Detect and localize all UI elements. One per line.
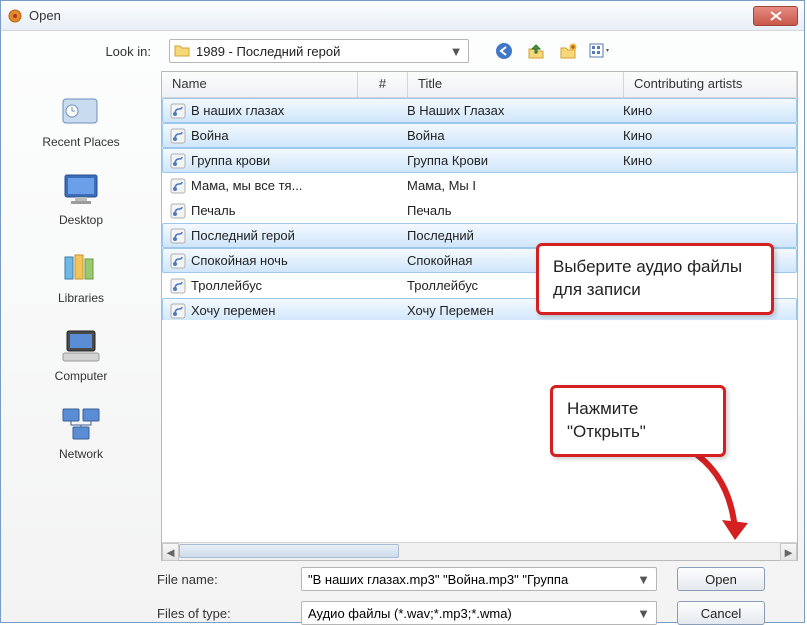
place-computer[interactable]: Computer — [1, 319, 161, 389]
toolbar-icons — [491, 39, 613, 63]
computer-icon — [57, 325, 105, 365]
file-name: Группа крови — [191, 153, 357, 168]
recent-places-icon — [57, 91, 105, 131]
back-button[interactable] — [491, 39, 517, 63]
callout-select-files: Выберите аудио файлы для записи — [536, 243, 774, 315]
place-recent[interactable]: Recent Places — [1, 85, 161, 155]
file-artist: Кино — [623, 128, 796, 143]
place-libraries[interactable]: Libraries — [1, 241, 161, 311]
file-artist: Кино — [623, 153, 796, 168]
dropdown-arrow-icon: ▼ — [637, 606, 650, 621]
file-name: Последний герой — [191, 228, 357, 243]
cancel-button[interactable]: Cancel — [677, 601, 765, 625]
app-icon — [7, 8, 23, 24]
music-file-icon — [169, 202, 187, 220]
column-headers: Name # Title Contributing artists — [162, 72, 797, 98]
col-artists[interactable]: Contributing artists — [624, 72, 797, 97]
music-file-icon — [169, 252, 187, 270]
up-folder-icon — [527, 42, 545, 60]
scroll-left-icon[interactable]: ◄ — [162, 543, 179, 561]
file-name: Печаль — [191, 203, 357, 218]
music-file-icon — [169, 227, 187, 245]
file-row[interactable]: Мама, мы все тя... Мама, Мы I — [162, 173, 797, 198]
place-network[interactable]: Network — [1, 397, 161, 467]
new-folder-icon — [559, 42, 577, 60]
place-network-label: Network — [59, 447, 103, 461]
music-file-icon — [169, 127, 187, 145]
callout-press-open: Нажмите "Открыть" — [550, 385, 726, 457]
file-row[interactable]: В наших глазах В Наших ГлазахКино — [162, 98, 797, 123]
filetype-combo[interactable]: Аудио файлы (*.wav;*.mp3;*.wma) ▼ — [301, 601, 657, 625]
music-file-icon — [169, 177, 187, 195]
lookin-combo[interactable]: 1989 - Последний герой ▼ — [169, 39, 469, 63]
title-bar: Open — [1, 1, 804, 31]
file-title: В Наших Глазах — [407, 103, 623, 118]
filename-label: File name: — [1, 572, 301, 587]
libraries-icon — [57, 247, 105, 287]
desktop-icon — [57, 169, 105, 209]
lookin-label: Look in: — [1, 44, 161, 59]
file-row[interactable]: ВойнаВойнаКино — [162, 123, 797, 148]
file-row[interactable]: Группа крови Группа КровиКино — [162, 148, 797, 173]
file-name: Спокойная ночь — [191, 253, 357, 268]
place-desktop[interactable]: Desktop — [1, 163, 161, 233]
col-title[interactable]: Title — [408, 72, 624, 97]
up-button[interactable] — [523, 39, 549, 63]
file-artist: Кино — [623, 103, 796, 118]
file-name: Мама, мы все тя... — [191, 178, 357, 193]
place-recent-label: Recent Places — [42, 135, 119, 149]
filetype-value: Аудио файлы (*.wav;*.mp3;*.wma) — [308, 606, 637, 621]
music-file-icon — [169, 277, 187, 295]
file-title: Печаль — [407, 203, 623, 218]
file-title: Война — [407, 128, 623, 143]
view-icon — [589, 42, 611, 60]
dropdown-arrow-icon: ▼ — [448, 44, 464, 59]
col-name[interactable]: Name — [162, 72, 358, 97]
dropdown-arrow-icon: ▼ — [637, 572, 650, 587]
file-name: Война — [191, 128, 357, 143]
file-title: Мама, Мы I — [407, 178, 623, 193]
music-file-icon — [169, 102, 187, 120]
file-name: Хочу перемен — [191, 303, 357, 318]
place-computer-label: Computer — [55, 369, 108, 383]
file-title: Группа Крови — [407, 153, 623, 168]
close-icon — [770, 11, 782, 21]
music-file-icon — [169, 302, 187, 320]
window-title: Open — [29, 8, 753, 23]
close-button[interactable] — [753, 6, 798, 26]
file-row[interactable]: Печаль Печаль — [162, 198, 797, 223]
lookin-row: Look in: 1989 - Последний герой ▼ — [1, 31, 804, 71]
scroll-thumb[interactable] — [179, 544, 399, 558]
view-menu-button[interactable] — [587, 39, 613, 63]
file-name: Троллейбус — [191, 278, 357, 293]
folder-icon — [174, 43, 190, 59]
filename-value: "В наших глазах.mp3" "Война.mp3" "Группа — [308, 572, 637, 587]
file-name: В наших глазах — [191, 103, 357, 118]
lookin-value: 1989 - Последний герой — [196, 44, 448, 59]
back-icon — [495, 42, 513, 60]
file-title: Последний — [407, 228, 623, 243]
places-bar: Recent Places Desktop Libraries Computer… — [1, 71, 161, 561]
music-file-icon — [169, 152, 187, 170]
filetype-label: Files of type: — [1, 606, 301, 621]
place-libraries-label: Libraries — [58, 291, 104, 305]
scroll-right-icon[interactable]: ► — [780, 543, 797, 561]
new-folder-button[interactable] — [555, 39, 581, 63]
open-button[interactable]: Open — [677, 567, 765, 591]
place-desktop-label: Desktop — [59, 213, 103, 227]
arrow-to-open — [680, 445, 760, 555]
bottom-controls: File name: "В наших глазах.mp3" "Война.m… — [1, 561, 804, 625]
network-icon — [57, 403, 105, 443]
filename-combo[interactable]: "В наших глазах.mp3" "Война.mp3" "Группа… — [301, 567, 657, 591]
col-number[interactable]: # — [358, 72, 408, 97]
